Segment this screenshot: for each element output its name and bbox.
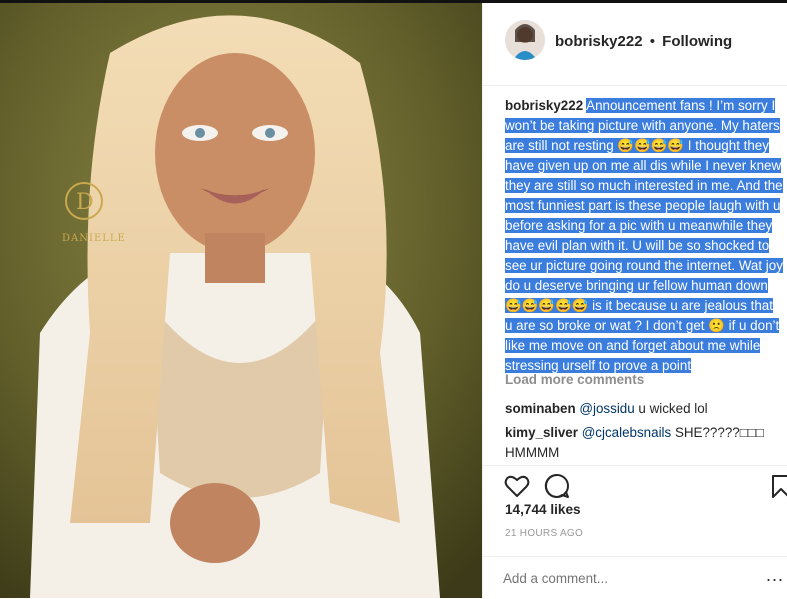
header-text: bobrisky222 • Following: [555, 33, 732, 50]
post-side-panel: bobrisky222 • Following bobrisky222 Anno…: [482, 3, 787, 598]
comment-item: sominaben @jossidu u wicked lol: [505, 399, 775, 419]
comment-text: u wicked lol: [634, 401, 708, 416]
add-comment-input[interactable]: [503, 567, 753, 589]
avatar-image: [505, 20, 545, 60]
follow-status-button[interactable]: Following: [662, 33, 732, 50]
comment-bubble-icon[interactable]: [543, 472, 571, 500]
comment-mention[interactable]: @jossidu: [579, 401, 634, 416]
post-photo-image: D DANIELLE: [0, 3, 482, 598]
comment-mention[interactable]: @cjcalebsnails: [582, 425, 672, 440]
caption-username[interactable]: bobrisky222: [505, 98, 583, 113]
header-separator: •: [649, 33, 655, 50]
svg-text:D: D: [76, 190, 94, 215]
comment-username[interactable]: sominaben: [505, 401, 576, 416]
post-caption: bobrisky222 Announcement fans ! I’m sorr…: [505, 96, 783, 376]
more-options-icon[interactable]: ...: [766, 565, 784, 586]
caption-text: Announcement fans ! I’m sorry I won’t be…: [505, 98, 783, 373]
header-username[interactable]: bobrisky222: [555, 33, 643, 50]
post-header: bobrisky222 • Following: [483, 3, 787, 86]
load-more-comments-button[interactable]: Load more comments: [505, 372, 644, 387]
add-comment-bar: ...: [483, 556, 787, 599]
avatar[interactable]: [505, 20, 545, 60]
bookmark-icon[interactable]: [771, 472, 787, 500]
post-timestamp: 21 HOURS AGO: [505, 528, 584, 539]
post-photo[interactable]: D DANIELLE: [0, 3, 482, 598]
comment-item: kimy_sliver @cjcalebsnails SHE?????□□□ H…: [505, 423, 775, 463]
heart-icon[interactable]: [503, 472, 531, 500]
comment-username[interactable]: kimy_sliver: [505, 425, 578, 440]
likes-count[interactable]: 14,744 likes: [505, 502, 581, 517]
post-actions: [483, 465, 787, 506]
watermark-text: DANIELLE: [62, 233, 126, 244]
